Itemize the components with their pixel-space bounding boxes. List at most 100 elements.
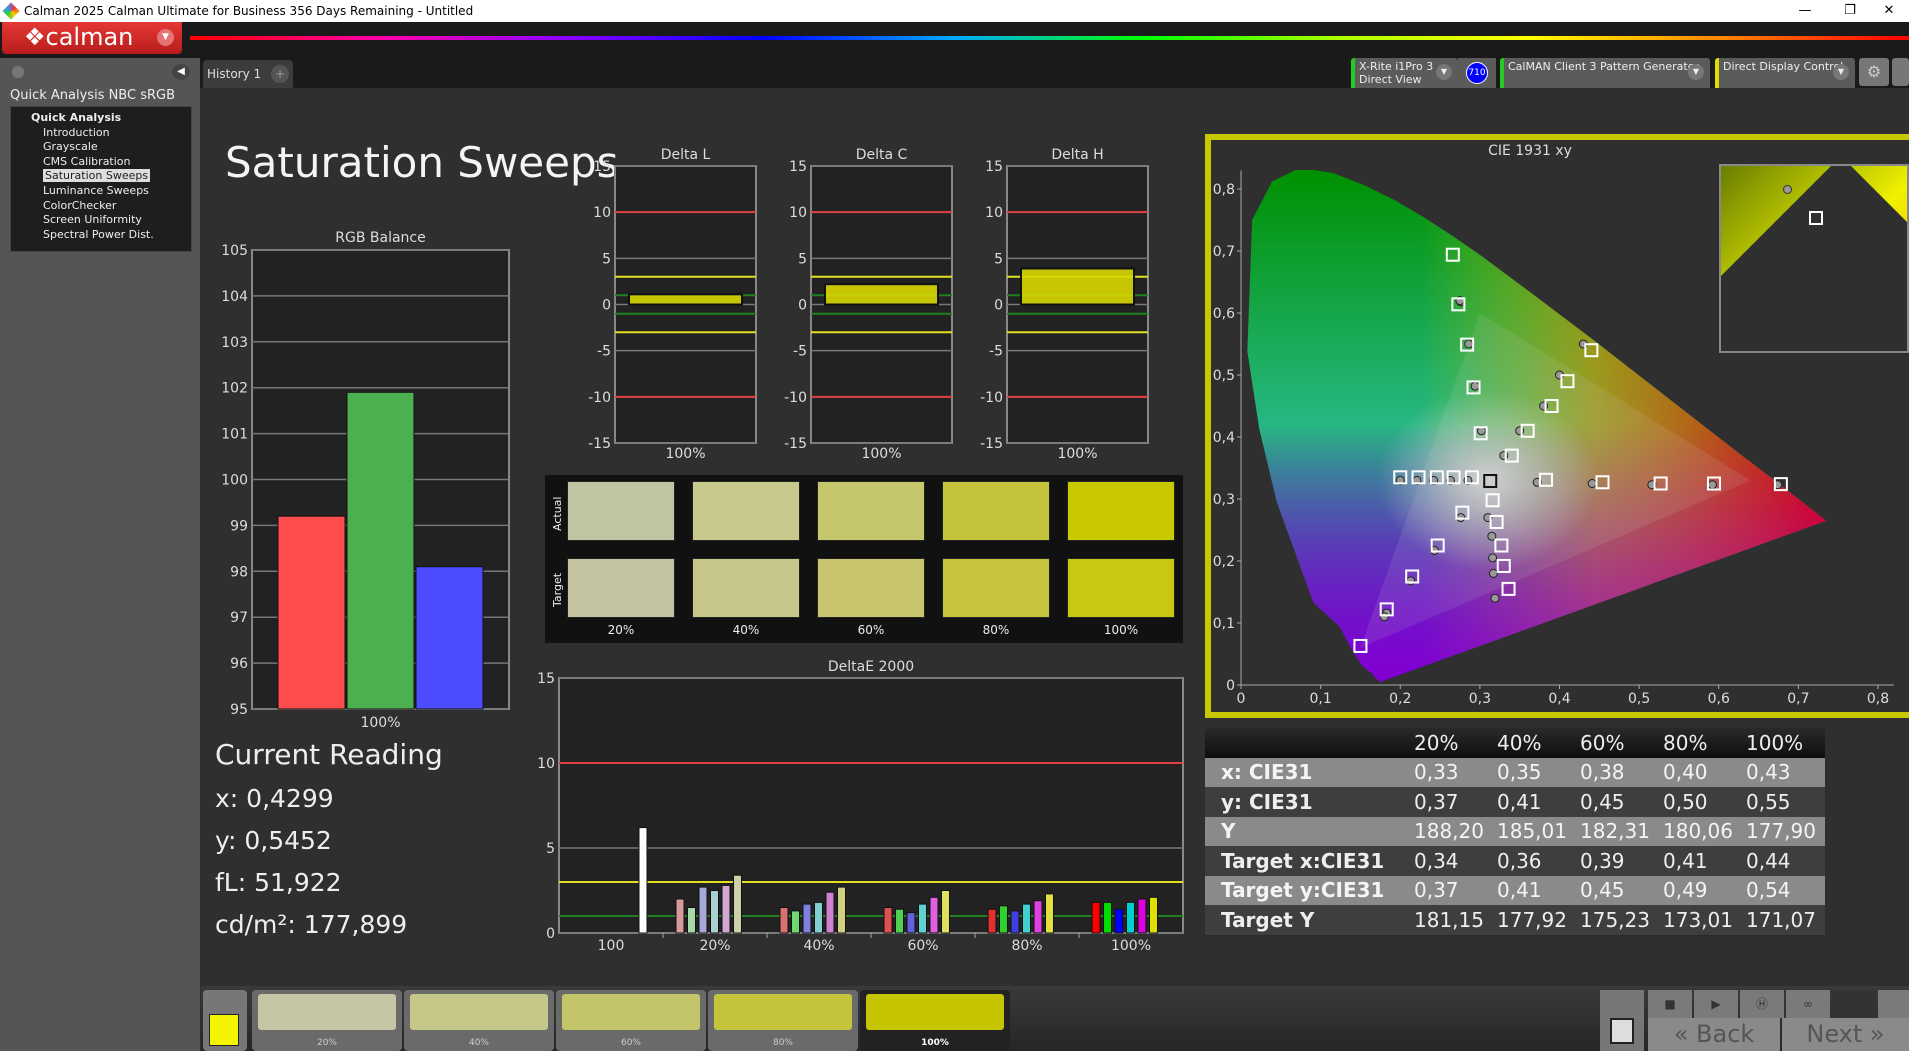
y-tick-label: 10 [593,205,611,221]
table-cell: 0,55 [1742,787,1825,817]
y-tick-label: 0 [1226,678,1235,694]
x-tick-label: 0,6 [1708,691,1730,707]
row-label-target: Target [551,572,564,607]
deltae-bar [675,898,685,934]
swatch-color [410,994,548,1030]
table-cell: 0,37 [1410,787,1493,817]
stop-icon[interactable]: ■ [1648,990,1692,1018]
table-cell: 0,50 [1659,787,1742,817]
inset-measured-point [1783,185,1792,194]
y-tick-label: 10 [537,756,555,772]
deltae-bar [895,908,904,934]
chart-title: DeltaE 2000 [828,659,914,675]
deltae-bar [929,896,939,934]
table-cell: 175,23 [1576,905,1659,935]
loop-icon[interactable]: ∞ [1786,990,1830,1018]
y-tick-label: 15 [537,671,555,687]
pattern-swatch-40%[interactable]: 40% [404,990,554,1051]
x-tick-label: 0,7 [1787,691,1809,707]
y-tick-label: 5 [546,841,555,857]
swatch-label: 80% [982,623,1010,637]
more-icon[interactable] [1878,990,1909,1018]
deltae-bar [1149,896,1158,934]
column-header: 80% [1659,728,1742,758]
table-cell: 181,15 [1410,905,1493,935]
x-tick-label: 0 [1237,691,1246,707]
y-tick-label: 15 [593,159,611,175]
next-button[interactable]: Next » [1782,1018,1909,1051]
table-row: y: CIE31 0,37 0,41 0,45 0,50 0,55 [1205,787,1825,817]
deltae-bar [733,874,742,934]
deltae-bar [1010,910,1020,934]
table-cell: 0,34 [1410,846,1493,876]
deltae-bar [721,884,731,934]
measured-point-red [1587,479,1597,488]
table-cell: 0,36 [1493,846,1576,876]
swatch-target [692,558,800,618]
chart-title: Delta L [661,147,711,163]
cie-zoom-inset [1719,164,1909,353]
deltae-bar [1033,900,1043,934]
hold-icon[interactable]: Ⓗ [1740,990,1784,1018]
y-tick-label: 5 [798,251,807,267]
current-reading: Current Reading x: 0,4299 y: 0,5452 fL: … [215,738,443,952]
swatch-color [714,994,852,1030]
deltae-bar [1103,901,1112,934]
x-tick-label: 80% [1011,938,1042,954]
back-button[interactable]: « Back [1648,1018,1780,1051]
table-cell: 177,90 [1742,816,1825,846]
pattern-swatch-20%[interactable]: 20% [252,990,402,1051]
swatch-actual [1067,481,1175,541]
table-cell: 0,38 [1576,757,1659,787]
y-tick-label: 0,8 [1213,182,1235,198]
table-cell: 188,20 [1410,816,1493,846]
table-cell: 0,37 [1410,875,1493,905]
table-row: x: CIE31 0,33 0,35 0,38 0,40 0,43 [1205,757,1825,787]
swatch-label: 80% [772,1038,793,1048]
plot-area [558,677,1184,934]
swatch-target [817,558,925,618]
y-tick-label: -15 [980,436,1003,452]
pattern-swatch-60%[interactable]: 60% [556,990,706,1051]
table-cell: 0,49 [1659,875,1742,905]
y-tick-label: 0,1 [1213,616,1235,632]
x-tick-label: 100 [598,938,625,954]
results-table: 20% 40% 60% 80% 100% x: CIE31 0,33 0,35 0,38 0,40… [1205,728,1825,936]
pattern-swatch-80%[interactable]: 80% [708,990,858,1051]
y-tick-label: -5 [989,344,1003,360]
y-tick-label: -10 [784,390,807,406]
chart-title: Delta H [1051,147,1103,163]
y-tick-label: 95 [230,702,248,718]
row-label: x: CIE31 [1205,757,1410,787]
table-cell: 177,92 [1493,905,1576,935]
y-tick-label: -5 [793,344,807,360]
play-icon[interactable]: ▶ [1694,990,1738,1018]
y-tick-label: 0,4 [1213,430,1235,446]
deltae-bar [710,890,719,934]
measured-point-blue [1406,576,1416,586]
column-header: 40% [1493,728,1576,758]
y-tick-label: 0,5 [1213,368,1235,384]
table-cell: 0,35 [1493,757,1576,787]
y-tick-label: 15 [985,159,1003,175]
swatch-comparison: Actual Target 20% 40% 60% 80% 100% [545,475,1183,643]
inset-target-point [1809,211,1823,225]
column-header: 60% [1576,728,1659,758]
swatch-actual [692,481,800,541]
deltae-bar [987,908,997,934]
pattern-toggle[interactable] [203,990,247,1051]
x-tick-label: 0,5 [1628,691,1650,707]
measured-point-magenta [1488,553,1498,563]
y-tick-label: 0 [994,298,1003,314]
table-cell: 180,06 [1659,816,1742,846]
deltae-bar [825,891,835,934]
y-tick-label: -10 [980,390,1003,406]
pattern-swatch-100%[interactable]: 100% [860,990,1010,1051]
y-tick-label: 10 [789,205,807,221]
deltae-bar [918,903,927,934]
chart-title: Delta C [856,147,908,163]
stop-pattern-button[interactable] [1600,990,1644,1051]
row-label: Target Y [1205,905,1410,935]
refresh-icon[interactable]: ↻ [1832,990,1876,1018]
y-tick-label: 0,7 [1213,244,1235,260]
